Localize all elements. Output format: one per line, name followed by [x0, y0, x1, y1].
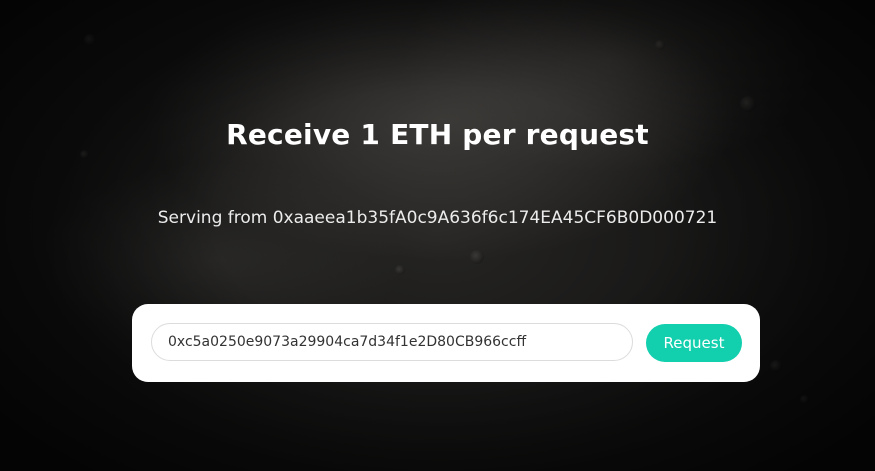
request-button[interactable]: Request [646, 324, 742, 362]
address-input[interactable] [151, 323, 633, 361]
request-card: Request [132, 304, 760, 382]
vignette-overlay [0, 0, 875, 471]
page-title: Receive 1 ETH per request [226, 118, 649, 151]
serving-address-text: Serving from 0xaaeea1b35fA0c9A636f6c174E… [157, 208, 718, 228]
moon-background [0, 0, 875, 471]
